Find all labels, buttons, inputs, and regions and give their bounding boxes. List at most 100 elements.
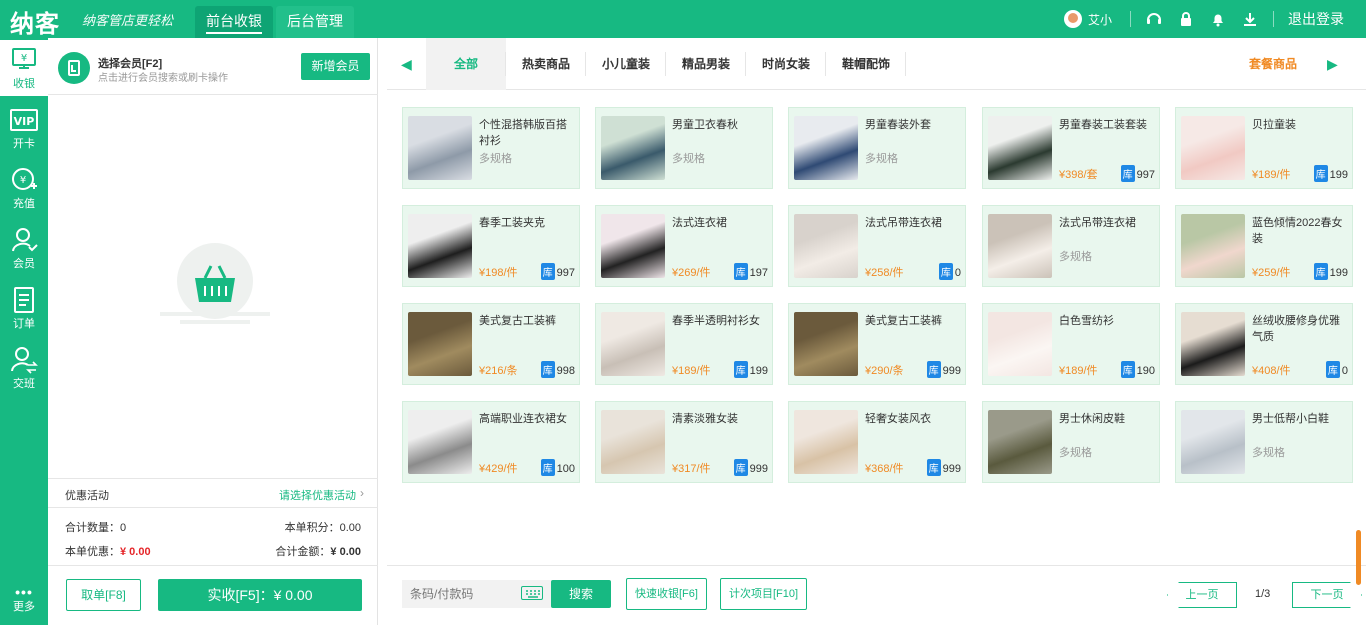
product-name: 男士休闲皮鞋: [1059, 413, 1125, 425]
product-card[interactable]: 春季半透明衬衫女 ¥189/件 库 199: [595, 303, 773, 385]
headset-icon[interactable]: [1145, 10, 1163, 28]
product-spec: 多规格: [1252, 447, 1285, 459]
divider: [1130, 11, 1131, 27]
product-card[interactable]: 男童春装工装套装 ¥398/套 库 997: [982, 107, 1160, 189]
product-bottom-bar: 搜索 快速收银[F6] 计次项目[F10] 上一页 1/3 下一页: [387, 565, 1366, 625]
sidebar-item-order[interactable]: 订单: [0, 280, 48, 336]
product-spec: 多规格: [479, 153, 512, 165]
count-items-button[interactable]: 计次项目[F10]: [720, 578, 808, 610]
product-card[interactable]: 丝绒收腰修身优雅气质 ¥408/件 库 0: [1175, 303, 1353, 385]
promotion-row[interactable]: 优惠活动 请选择优惠活动 ›: [48, 478, 378, 508]
sidebar-item-open-card[interactable]: VIP 开卡: [0, 100, 48, 156]
stock-badge: 库: [1313, 165, 1328, 182]
product-card[interactable]: 轻奢女装风衣 ¥368/件 库 999: [788, 401, 966, 483]
next-page-button[interactable]: 下一页: [1292, 582, 1362, 608]
product-card[interactable]: 法式连衣裙 ¥269/件 库 197: [595, 205, 773, 287]
sidebar-item-cashier[interactable]: ¥ 收银: [0, 40, 48, 96]
product-card[interactable]: 法式吊带连衣裙 ¥258/件 库 0: [788, 205, 966, 287]
product-name: 男童春装工装套装: [1059, 119, 1147, 131]
scroll-indicator[interactable]: [1356, 530, 1361, 585]
product-card[interactable]: 清素淡雅女装 ¥317/件 库 999: [595, 401, 773, 483]
tab-accessories[interactable]: 鞋帽配饰: [826, 38, 906, 90]
total-qty: 合计数量：0: [65, 522, 127, 534]
product-card[interactable]: 春季工装夹克 ¥198/件 库 997: [402, 205, 580, 287]
add-member-button[interactable]: 新增会员: [301, 53, 370, 80]
stock-badge: 库: [1120, 165, 1135, 182]
product-card[interactable]: 男士休闲皮鞋 多规格: [982, 401, 1160, 483]
product-card[interactable]: 男童春装外套 多规格: [788, 107, 966, 189]
stock-value: 999: [942, 365, 961, 377]
download-icon[interactable]: [1241, 10, 1259, 28]
logout-button[interactable]: 退出登录: [1288, 9, 1344, 29]
product-image: [988, 214, 1052, 278]
product-card[interactable]: 高端职业连衣裙女 ¥429/件 库 100: [402, 401, 580, 483]
product-card[interactable]: 男童卫衣春秋 多规格: [595, 107, 773, 189]
product-spec: 多规格: [672, 153, 705, 165]
search-button[interactable]: 搜索: [551, 580, 611, 608]
product-price: ¥198/件: [479, 267, 518, 279]
product-image: [601, 410, 665, 474]
tab-hot[interactable]: 热卖商品: [506, 38, 586, 90]
product-card[interactable]: 美式复古工装裤 ¥290/条 库 999: [788, 303, 966, 385]
bell-icon[interactable]: [1209, 10, 1227, 28]
member-icon: [12, 228, 38, 252]
pending-order-button[interactable]: 取单[F8]: [66, 579, 141, 611]
top-right-area: 艾小 退出登录: [1063, 0, 1366, 38]
stock-badge: 库: [1313, 263, 1328, 280]
product-image: [988, 312, 1052, 376]
product-stock: 库 190: [1120, 361, 1155, 378]
product-image: [794, 214, 858, 278]
tab-combo[interactable]: 套餐商品: [1249, 38, 1297, 90]
member-hint: 点击进行会员搜索或刷卡操作: [98, 73, 228, 84]
sidebar-item-member[interactable]: 会员: [0, 220, 48, 276]
nav-tab-backend[interactable]: 后台管理: [276, 6, 354, 38]
prev-page-button[interactable]: 上一页: [1167, 582, 1237, 608]
product-name: 个性混搭韩版百搭衬衫: [479, 119, 567, 147]
sidebar-item-more[interactable]: ••• 更多: [0, 585, 48, 614]
cashier-bottom-bar: 取单[F8] 实收[F5]：¥ 0.00: [48, 565, 378, 625]
product-price: ¥189/件: [1252, 169, 1291, 181]
product-price: ¥189/件: [1059, 365, 1098, 377]
product-image: [1181, 312, 1245, 376]
product-card[interactable]: 白色雪纺衫 ¥189/件 库 190: [982, 303, 1160, 385]
quick-cash-button[interactable]: 快速收银[F6]: [626, 578, 707, 610]
pay-button[interactable]: 实收[F5]：¥ 0.00: [158, 579, 362, 611]
product-name: 蓝色倾情2022春女装: [1252, 217, 1343, 245]
product-spec: 多规格: [1059, 251, 1092, 263]
tab-kids[interactable]: 小儿童装: [586, 38, 666, 90]
category-prev-icon[interactable]: ◀: [401, 56, 412, 73]
stock-badge: 库: [926, 361, 941, 378]
product-stock: 库 999: [926, 459, 961, 476]
order-points: 本单积分：0.00: [284, 522, 361, 534]
svg-text:¥: ¥: [20, 175, 26, 186]
category-next-icon[interactable]: ▶: [1327, 56, 1338, 73]
product-card[interactable]: 个性混搭韩版百搭衬衫多规格: [402, 107, 580, 189]
promotion-select-link[interactable]: 请选择优惠活动: [279, 487, 356, 503]
keyboard-icon[interactable]: [521, 586, 543, 600]
stock-badge: 库: [540, 361, 555, 378]
user-avatar[interactable]: [1063, 10, 1082, 28]
product-price: ¥317/件: [672, 463, 711, 475]
product-price: ¥429/件: [479, 463, 518, 475]
product-card[interactable]: 蓝色倾情2022春女装 ¥259/件 库 199: [1175, 205, 1353, 287]
product-name: 轻奢女装风衣: [865, 413, 931, 425]
product-card[interactable]: 美式复古工装裤 ¥216/条 库 998: [402, 303, 580, 385]
product-price: ¥189/件: [672, 365, 711, 377]
product-price: ¥408/件: [1252, 365, 1291, 377]
product-price: ¥368/件: [865, 463, 904, 475]
tab-men[interactable]: 精品男装: [666, 38, 746, 90]
product-card[interactable]: 法式吊带连衣裙 多规格: [982, 205, 1160, 287]
product-image: [988, 410, 1052, 474]
lock-icon[interactable]: [1177, 10, 1195, 28]
member-card-icon[interactable]: [58, 52, 90, 84]
nav-tab-front-cashier[interactable]: 前台收银: [195, 6, 273, 38]
sidebar-item-handover[interactable]: 交班: [0, 340, 48, 396]
tab-all[interactable]: 全部: [426, 38, 506, 90]
sidebar-item-recharge[interactable]: ¥ 充值: [0, 160, 48, 216]
product-card[interactable]: 贝拉童装 ¥189/件 库 199: [1175, 107, 1353, 189]
stock-badge: 库: [540, 263, 555, 280]
product-card[interactable]: 男士低帮小白鞋 多规格: [1175, 401, 1353, 483]
product-name: 男童春装外套: [865, 119, 931, 131]
user-name[interactable]: 艾小: [1088, 11, 1112, 28]
tab-women[interactable]: 时尚女装: [746, 38, 826, 90]
